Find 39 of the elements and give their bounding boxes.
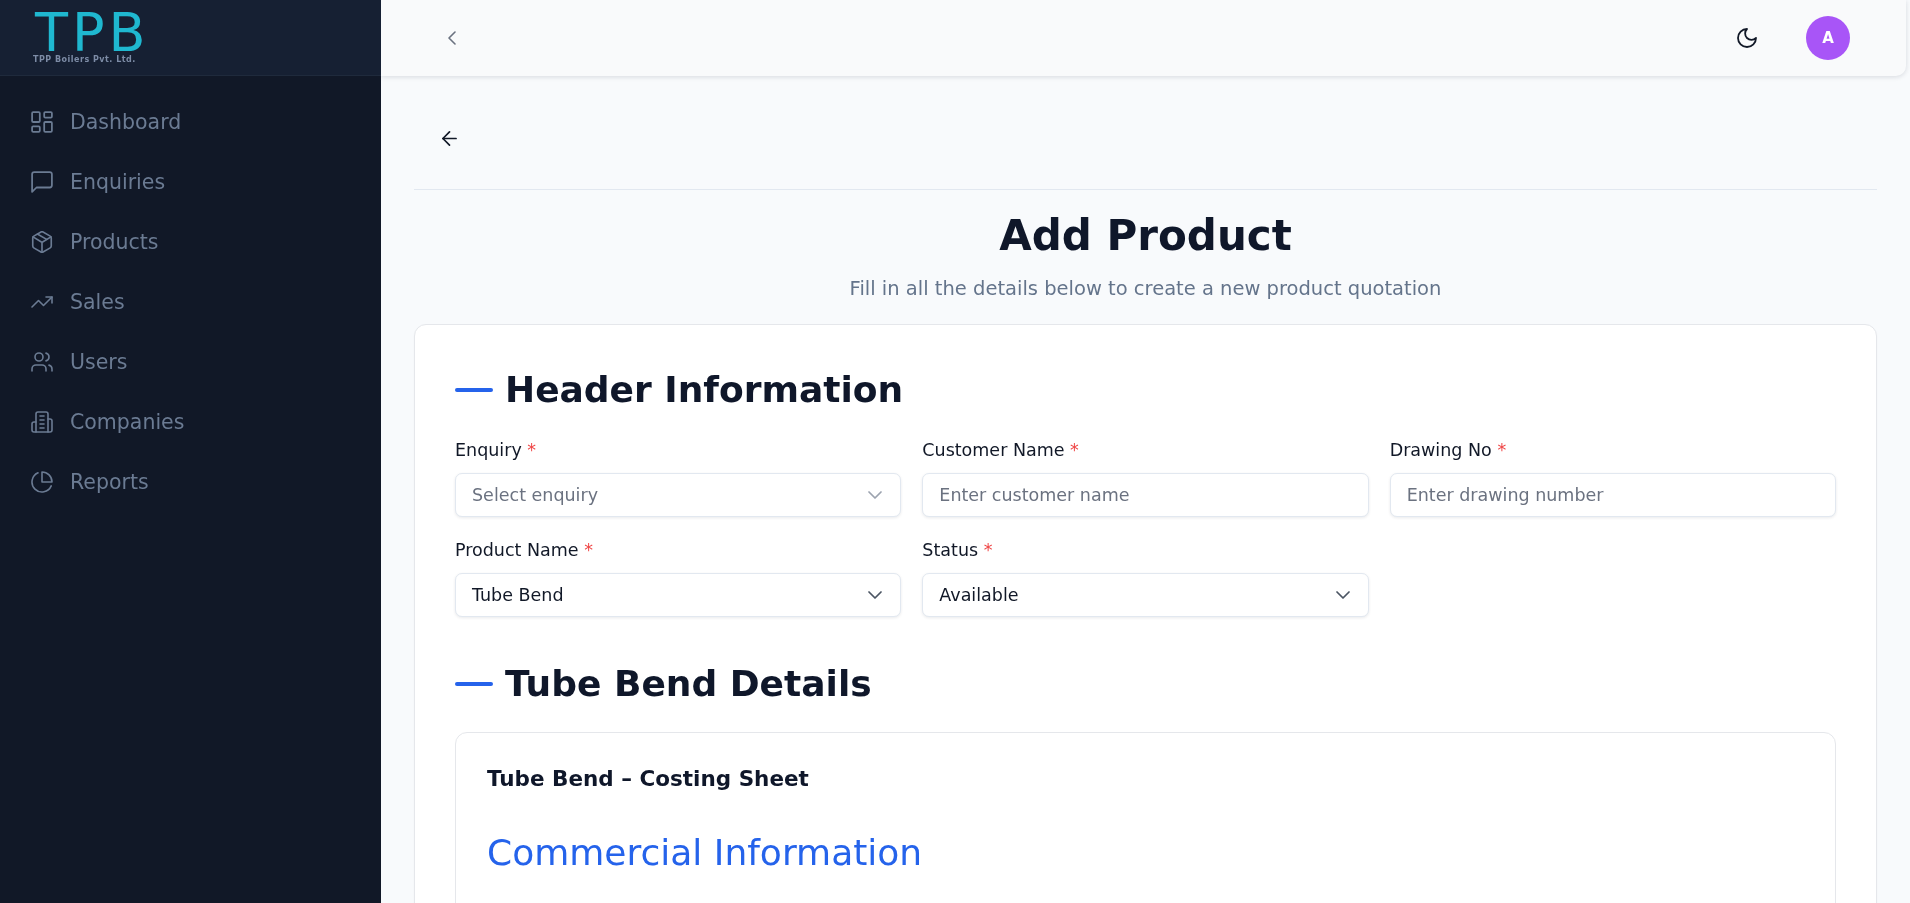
field-label: Product Name *: [455, 539, 593, 562]
sidebar-item[interactable]: Dashboard: [31, 104, 182, 140]
select-field[interactable]: Select enquiry: [455, 473, 902, 517]
field-label: Status *: [922, 539, 993, 562]
moon-icon[interactable]: [1737, 28, 1757, 48]
section-heading: Tube Bend Details: [505, 662, 872, 706]
field-label: Customer Name *: [922, 439, 1079, 462]
box-icon: [31, 231, 53, 253]
field-label: Drawing No *: [1389, 439, 1507, 462]
sheet-title: Tube Bend – Costing Sheet: [487, 765, 809, 793]
chevron-down-icon: [868, 491, 883, 499]
logo-wordmark: TPB: [35, 11, 150, 55]
select-field[interactable]: Tube Bend: [455, 573, 902, 617]
users-icon: [31, 351, 53, 373]
field-label: Enquiry *: [455, 439, 537, 462]
dash-icon: [455, 682, 493, 686]
sidebar-item[interactable]: Sales: [31, 284, 125, 320]
select-field[interactable]: Available: [922, 573, 1369, 617]
sidebar-item[interactable]: Companies: [31, 404, 185, 440]
subsection-heading: Commercial Information: [487, 831, 923, 875]
chevron-left-icon[interactable]: [448, 31, 456, 45]
page-subtitle: Fill in all the details below to create a new product quotation: [849, 276, 1442, 302]
user-avatar[interactable]: A: [1806, 16, 1850, 60]
dash-icon: [455, 388, 493, 392]
text-field[interactable]: Enter customer name: [922, 473, 1369, 517]
section-heading: Header Information: [505, 368, 904, 412]
chat-bubble-icon: [31, 171, 53, 193]
logo-tagline: TPP Boilers Pvt. Ltd.: [33, 55, 136, 65]
pie-chart-icon: [31, 471, 53, 493]
building-icon: [31, 411, 53, 433]
chevron-down-icon: [1335, 591, 1350, 599]
dashboard-grid-icon: [31, 111, 53, 133]
chevron-down-icon: [868, 591, 883, 599]
sidebar-item[interactable]: Users: [31, 344, 128, 380]
sidebar-item[interactable]: Products: [31, 224, 159, 260]
page-title: Add Product: [999, 211, 1292, 261]
sidebar-item[interactable]: Reports: [31, 464, 149, 500]
text-field[interactable]: Enter drawing number: [1389, 473, 1836, 517]
sidebar-item[interactable]: Enquiries: [31, 164, 166, 200]
